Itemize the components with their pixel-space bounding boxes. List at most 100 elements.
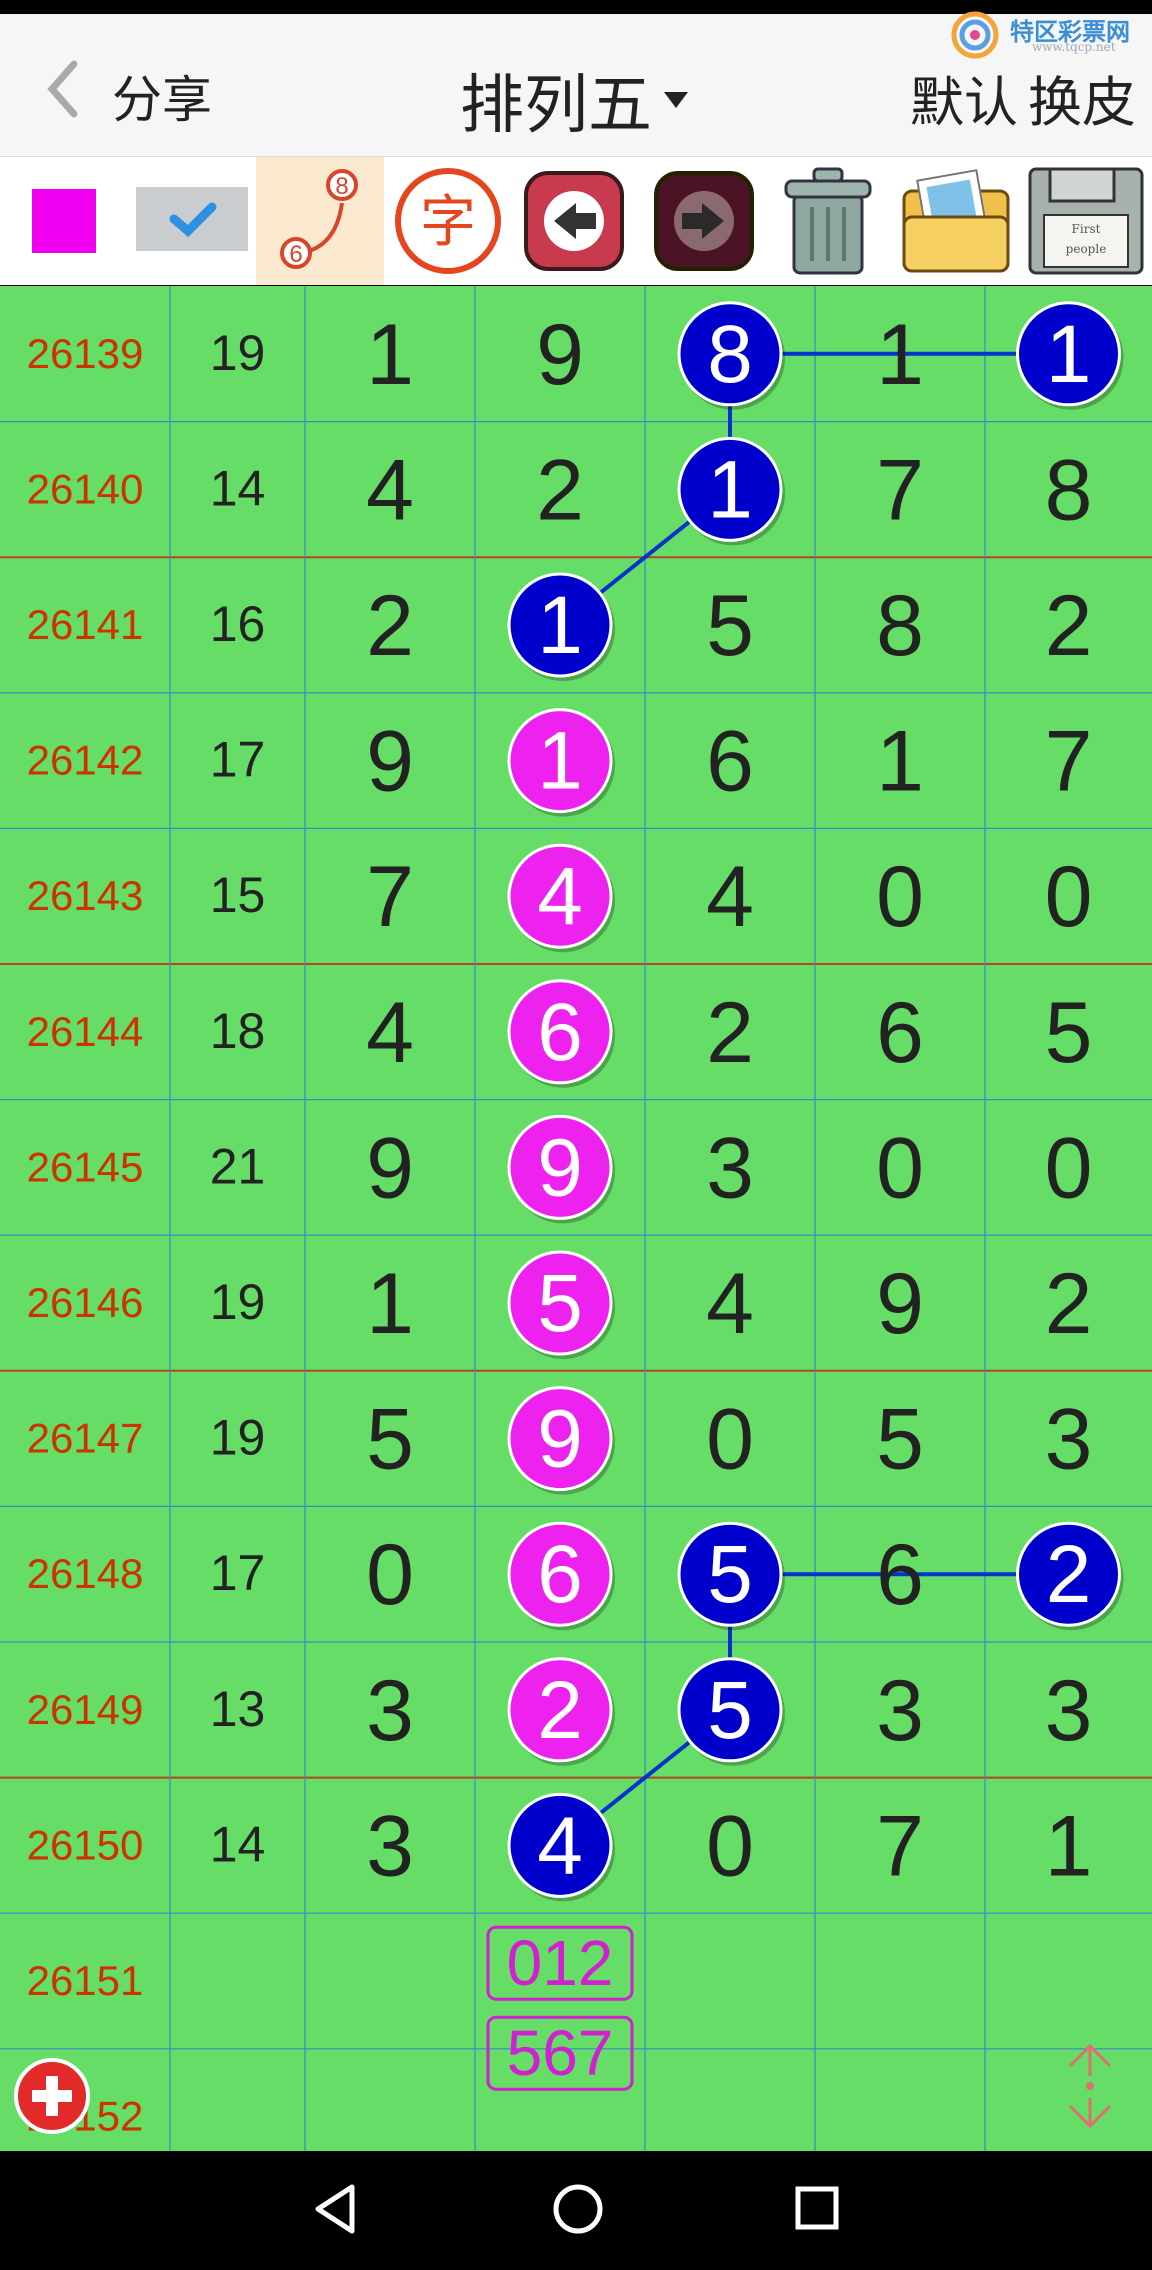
- sum-value: 19: [210, 1274, 266, 1330]
- sum-value: 13: [210, 1681, 266, 1737]
- svg-text:字: 字: [420, 190, 476, 255]
- system-nav-bar: [0, 2151, 1152, 2270]
- digit-cell[interactable]: 9: [536, 307, 584, 403]
- sum-value: 14: [210, 460, 266, 516]
- digit-cell[interactable]: 7: [876, 442, 924, 538]
- digit-cell[interactable]: 4: [706, 1256, 754, 1352]
- digit-cell[interactable]: 3: [876, 1663, 924, 1759]
- period-number: 26141: [27, 601, 144, 648]
- ball-digit: 5: [707, 1529, 753, 1620]
- period-number: 26140: [27, 465, 144, 512]
- digit-cell[interactable]: 3: [706, 1120, 754, 1216]
- ball-digit: 6: [537, 987, 583, 1078]
- digit-cell[interactable]: 2: [536, 442, 584, 538]
- digit-cell[interactable]: 9: [876, 1256, 924, 1352]
- digit-cell[interactable]: 1: [366, 307, 414, 403]
- ball-digit: 5: [707, 1665, 753, 1756]
- digit-cell[interactable]: 6: [876, 985, 924, 1081]
- drawing-toolbar: 8 6 字 First people: [0, 157, 1152, 285]
- digit-cell[interactable]: 2: [366, 578, 414, 674]
- period-number: 26143: [27, 872, 144, 919]
- digit-cell[interactable]: 0: [1045, 1120, 1093, 1216]
- arrow-right-icon[interactable]: [648, 165, 760, 277]
- digit-cell[interactable]: 8: [1045, 442, 1093, 538]
- digit-cell[interactable]: 5: [706, 578, 754, 674]
- digit-cell[interactable]: 1: [1045, 1798, 1093, 1894]
- chevron-left-icon[interactable]: [40, 54, 90, 124]
- svg-text:First: First: [1072, 222, 1101, 236]
- ball-digit: 1: [537, 716, 583, 807]
- digit-cell[interactable]: 1: [876, 714, 924, 810]
- digit-cell[interactable]: 5: [1045, 985, 1093, 1081]
- digit-cell[interactable]: 0: [366, 1527, 414, 1623]
- digit-cell[interactable]: 4: [706, 849, 754, 945]
- sum-value: 19: [210, 325, 266, 381]
- check-button[interactable]: [136, 187, 248, 251]
- digit-cell[interactable]: 7: [366, 849, 414, 945]
- sum-value: 16: [210, 596, 266, 652]
- text-char-icon[interactable]: 字: [392, 165, 504, 277]
- svg-text:8: 8: [335, 173, 348, 200]
- digit-cell[interactable]: 2: [1045, 578, 1093, 674]
- digit-cell[interactable]: 4: [366, 442, 414, 538]
- digit-cell[interactable]: 0: [706, 1798, 754, 1894]
- digit-cell[interactable]: 8: [876, 578, 924, 674]
- nav-back-triangle-icon[interactable]: [310, 2181, 360, 2237]
- sum-value: 15: [210, 867, 266, 923]
- prediction-text: 567: [507, 2017, 614, 2089]
- digit-cell[interactable]: 0: [706, 1392, 754, 1488]
- digit-cell[interactable]: 6: [706, 714, 754, 810]
- photo-folder-icon[interactable]: [896, 161, 1016, 281]
- digit-cell[interactable]: 3: [1045, 1663, 1093, 1759]
- digit-cell[interactable]: 2: [706, 985, 754, 1081]
- digit-cell[interactable]: 0: [876, 1120, 924, 1216]
- default-button[interactable]: 默认: [910, 58, 1018, 137]
- digit-cell[interactable]: 7: [876, 1798, 924, 1894]
- scroll-dot: [1086, 2082, 1094, 2090]
- digit-cell[interactable]: 0: [876, 849, 924, 945]
- change-skin-button[interactable]: 换皮: [1028, 58, 1136, 137]
- digit-cell[interactable]: 5: [366, 1392, 414, 1488]
- sum-value: 21: [210, 1138, 266, 1194]
- sum-value: 19: [210, 1410, 266, 1466]
- digit-cell[interactable]: 1: [366, 1256, 414, 1352]
- sum-value: 17: [210, 732, 266, 788]
- top-header: 分享 排列五 默认 换皮 特区彩票网 www.tqcp.net: [0, 11, 1152, 157]
- digit-cell[interactable]: 3: [1045, 1392, 1093, 1488]
- digit-cell[interactable]: 1: [876, 307, 924, 403]
- digit-cell[interactable]: 9: [366, 714, 414, 810]
- connect-line-button[interactable]: 8 6: [256, 157, 384, 285]
- ball-digit: 8: [707, 309, 753, 400]
- trend-chart-svg[interactable]: 26139 19 1 9 8 1 126140 14 4 2 1 7 826141 16 2 1 5 8 22614…: [0, 286, 1152, 2151]
- digit-cell[interactable]: 2: [1045, 1256, 1093, 1352]
- period-number: 26151: [27, 1957, 144, 2004]
- digit-cell[interactable]: 3: [366, 1663, 414, 1759]
- nav-home-circle-icon[interactable]: [550, 2181, 606, 2237]
- page-title[interactable]: 排列五: [460, 54, 652, 146]
- digit-cell[interactable]: 3: [366, 1798, 414, 1894]
- lottery-trend-grid[interactable]: 26139 19 1 9 8 1 1 26140 14 4 2 1 7 8 26141 16 2 1 5 8 2 2614…: [0, 286, 1152, 2151]
- period-number: 26147: [27, 1415, 144, 1462]
- plus-bar-v: [46, 2076, 58, 2116]
- sum-value: 18: [210, 1003, 266, 1059]
- share-button[interactable]: 分享: [112, 60, 212, 132]
- period-number: 26139: [27, 330, 144, 377]
- ball-digit: 4: [537, 1800, 583, 1891]
- ball-digit: 2: [537, 1665, 583, 1756]
- trash-icon[interactable]: [768, 161, 888, 281]
- check-icon: [169, 202, 217, 238]
- color-swatch-button[interactable]: [32, 189, 96, 253]
- arrow-left-icon[interactable]: [518, 165, 630, 277]
- period-number: 26145: [27, 1143, 144, 1190]
- prediction-text: 012: [507, 1927, 614, 1999]
- floppy-disk-icon[interactable]: First people: [1024, 161, 1148, 281]
- digit-cell[interactable]: 6: [876, 1527, 924, 1623]
- nav-recent-square-icon[interactable]: [792, 2183, 842, 2233]
- caret-down-icon[interactable]: [664, 92, 688, 108]
- digit-cell[interactable]: 5: [876, 1392, 924, 1488]
- digit-cell[interactable]: 4: [366, 985, 414, 1081]
- sum-value: 14: [210, 1816, 266, 1872]
- digit-cell[interactable]: 7: [1045, 714, 1093, 810]
- digit-cell[interactable]: 9: [366, 1120, 414, 1216]
- digit-cell[interactable]: 0: [1045, 849, 1093, 945]
